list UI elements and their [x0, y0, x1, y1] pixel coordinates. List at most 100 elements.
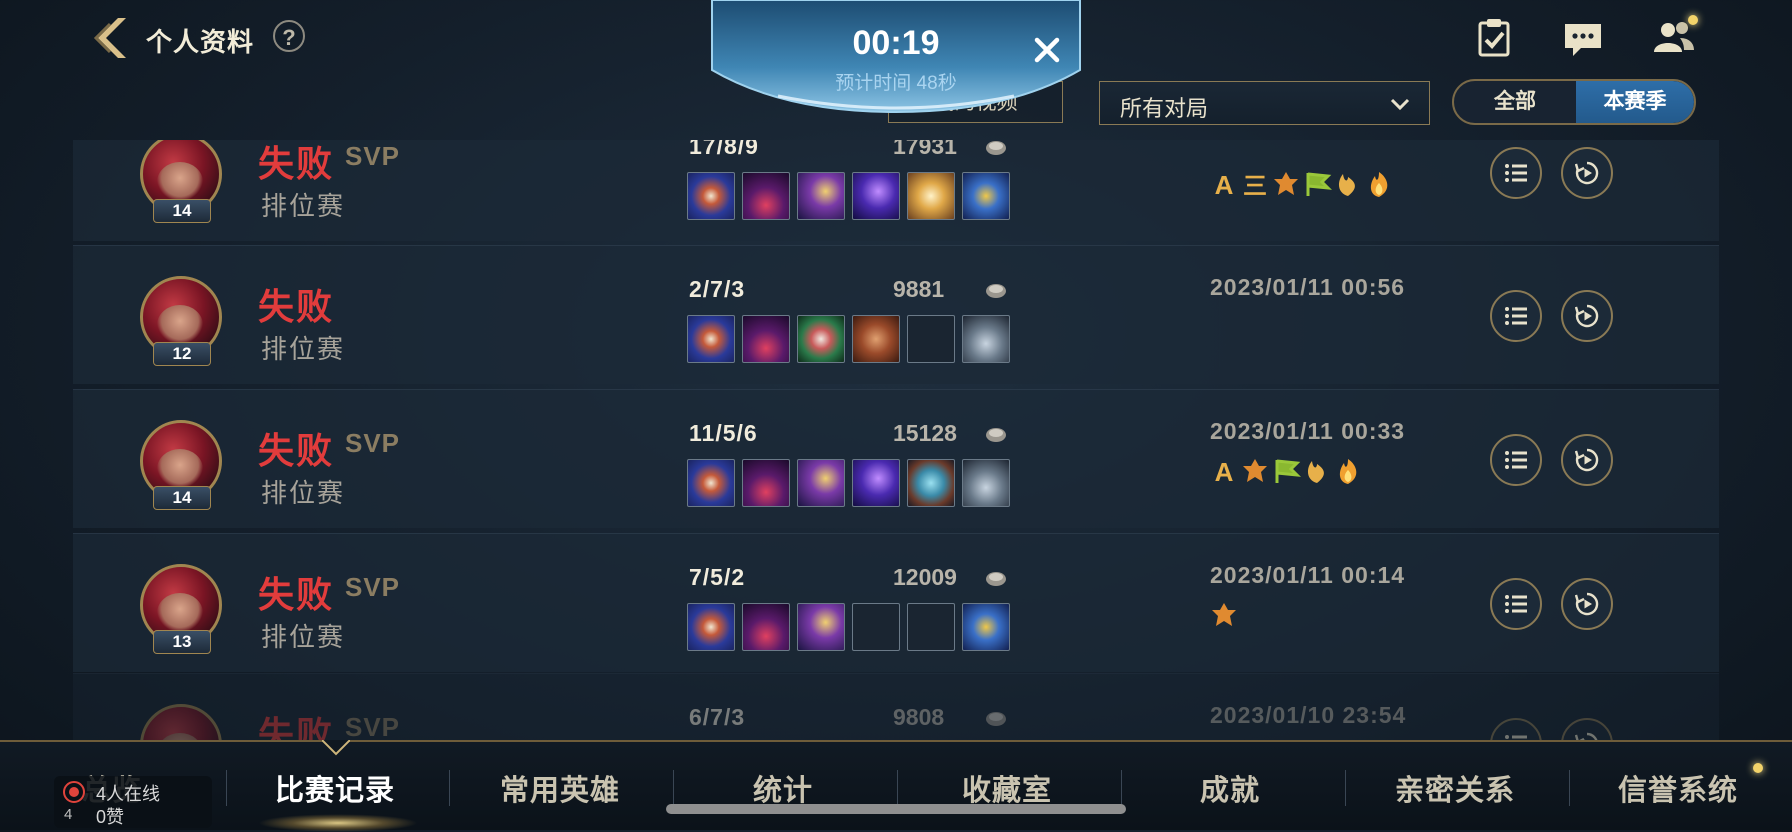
close-icon[interactable] — [1030, 33, 1064, 67]
match-mode: 排位赛 — [261, 622, 346, 652]
active-tab-glow — [258, 814, 418, 832]
chat-icon[interactable] — [1559, 14, 1607, 62]
tab-separator — [1121, 770, 1122, 806]
tab-4[interactable]: 收藏室 — [962, 767, 1052, 809]
bottom-nav: 总览比赛记录常用英雄统计收藏室成就亲密关系信誉系统 — [0, 740, 1792, 832]
match-row[interactable]: 14 失败 SVP 排位赛 11/5/6 15128 2023/01/11 00:33 A — [73, 389, 1719, 528]
svg-text:A: A — [1215, 170, 1234, 199]
tab-7[interactable]: 信誉系统 — [1618, 767, 1738, 809]
svp-badge: SVP — [345, 141, 401, 171]
tab-separator — [1345, 770, 1346, 806]
replay-icon — [1575, 304, 1599, 328]
tab-1[interactable]: 比赛记录 — [275, 767, 395, 809]
tab-2[interactable]: 常用英雄 — [500, 767, 620, 809]
svg-text:A: A — [1215, 457, 1234, 486]
match-filter-value: 所有对局 — [1120, 96, 1209, 121]
home-indicator[interactable] — [666, 804, 1126, 814]
match-list[interactable]: 14 失败 SVP 排位赛 17/8/9 17931 A 三 12 失败 排位赛 2/7/3 9881 2… — [73, 140, 1719, 740]
match-date: 2023/01/11 00:56 — [1210, 274, 1406, 300]
replay-button[interactable] — [1561, 578, 1613, 630]
badge-crest-icon — [1243, 459, 1267, 482]
item-hood-purple-icon — [742, 459, 790, 507]
replay-icon — [1575, 448, 1599, 472]
match-gold: 9881 — [893, 276, 945, 302]
gold-coin-icon — [986, 712, 1006, 726]
svp-badge: SVP — [345, 712, 401, 740]
match-row[interactable]: 13 失败 SVP 排位赛 7/5/2 12009 2023/01/11 00:14 — [73, 533, 1719, 672]
chevron-down-icon — [1390, 98, 1410, 111]
match-filter-select[interactable]: 所有对局 — [1099, 81, 1430, 125]
tab-separator — [897, 770, 898, 806]
item-empty-icon — [852, 603, 900, 651]
match-result: 失败 — [258, 574, 335, 615]
item-staff-blue-icon — [687, 315, 735, 363]
replay-button[interactable] — [1561, 147, 1613, 199]
segment-season[interactable]: 本赛季 — [1576, 81, 1694, 123]
match-detail-button[interactable] — [1490, 434, 1542, 486]
match-row[interactable]: 12 失败 排位赛 2/7/3 9881 2023/01/11 00:56 — [73, 245, 1719, 384]
item-empty-icon — [907, 603, 955, 651]
tab-3[interactable]: 统计 — [753, 767, 813, 809]
match-result: 失败 — [258, 143, 335, 184]
replay-button[interactable] — [1561, 434, 1613, 486]
hero-level: 14 — [153, 486, 211, 510]
likes-text: 0赞 — [96, 807, 125, 827]
item-star-staff-icon — [797, 172, 845, 220]
hero-avatar — [140, 704, 222, 740]
gold-coin-icon — [986, 141, 1006, 155]
tab-6[interactable]: 亲密关系 — [1395, 767, 1515, 809]
item-staff-blue-icon — [687, 172, 735, 220]
gold-coin-icon — [986, 284, 1006, 298]
badge-flame-leaf-icon — [1338, 174, 1355, 196]
list-icon — [1505, 735, 1527, 739]
match-detail-button[interactable] — [1490, 290, 1542, 342]
match-gold: 17931 — [893, 140, 957, 159]
tab-separator — [1569, 770, 1570, 806]
back-button[interactable] — [88, 14, 134, 62]
badge-crest-icon — [1212, 603, 1236, 626]
match-gold: 15128 — [893, 420, 957, 446]
hero-level: 14 — [153, 199, 211, 223]
notification-dot — [1688, 15, 1698, 25]
match-kda: 6/7/3 — [689, 704, 746, 730]
replay-button[interactable] — [1561, 290, 1613, 342]
item-mask-green-icon — [797, 315, 845, 363]
match-mode: 排位赛 — [261, 334, 346, 364]
page-title: 个人资料 — [146, 27, 255, 57]
replay-icon — [1575, 732, 1598, 740]
season-toggle[interactable]: 全部 本赛季 — [1452, 79, 1696, 125]
match-gold: 12009 — [893, 564, 957, 590]
badge-a-icon: A — [1215, 457, 1234, 486]
hero-level: 12 — [153, 342, 211, 366]
tab-5[interactable]: 成就 — [1200, 767, 1260, 809]
replay-icon — [1575, 592, 1599, 616]
back-arrow-icon — [93, 18, 126, 58]
item-hourglass-icon — [962, 172, 1010, 220]
match-kda: 2/7/3 — [689, 276, 746, 302]
badge-a-icon: A — [1215, 170, 1234, 199]
match-detail-button[interactable] — [1490, 718, 1542, 740]
badge-fire-icon — [1339, 459, 1357, 484]
badge-fire-icon — [1370, 172, 1388, 197]
tab-separator — [673, 770, 674, 806]
svg-text:三: 三 — [1243, 172, 1267, 199]
item-armor-teal-icon — [907, 459, 955, 507]
item-book-icon — [852, 315, 900, 363]
replay-button[interactable] — [1561, 718, 1613, 740]
match-row[interactable]: 失败SVP排位赛6/7/398082023/01/10 23:54 — [73, 673, 1719, 740]
match-detail-button[interactable] — [1490, 147, 1542, 199]
match-kda: 11/5/6 — [689, 420, 758, 446]
match-row[interactable]: 14 失败 SVP 排位赛 17/8/9 17931 A 三 — [73, 140, 1719, 241]
segment-all[interactable]: 全部 — [1454, 81, 1576, 123]
match-detail-button[interactable] — [1490, 578, 1542, 630]
list-icon — [1505, 451, 1527, 469]
online-status[interactable]: 4 4人在线 0赞 — [54, 776, 212, 828]
match-result: 失败 — [258, 714, 335, 740]
active-tab-caret-icon — [322, 740, 350, 756]
list-icon — [1505, 307, 1527, 325]
match-date: 2023/01/11 00:14 — [1210, 562, 1406, 588]
gold-coin-icon — [986, 428, 1006, 442]
list-icon — [1505, 595, 1527, 613]
task-icon[interactable] — [1470, 14, 1518, 62]
help-icon[interactable]: ? — [273, 20, 305, 52]
